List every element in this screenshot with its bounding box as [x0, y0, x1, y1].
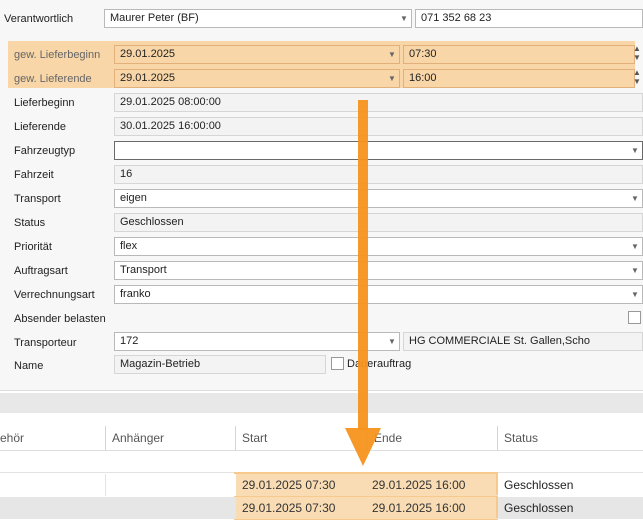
- group-panel-bar: [0, 393, 643, 413]
- chevron-down-icon[interactable]: ▼: [628, 190, 642, 207]
- table-row[interactable]: 29.01.2025 07:30 29.01.2025 16:00 Geschl…: [0, 474, 643, 496]
- transport-label: Transport: [14, 193, 61, 205]
- grid-filter-row[interactable]: [0, 451, 643, 473]
- cell-ende: 29.01.2025 16:00: [366, 474, 496, 496]
- grid-header: ehör Anhänger Start Ende Status: [0, 426, 643, 451]
- absender-belasten-checkbox[interactable]: [628, 311, 641, 324]
- gew-lieferende-time[interactable]: 16:00: [403, 69, 635, 88]
- cell-anhaenger: [106, 497, 236, 519]
- gew-lieferbeginn-date[interactable]: 29.01.2025 ▼: [114, 45, 400, 64]
- chevron-down-icon: ▼: [400, 14, 408, 23]
- spin-icon[interactable]: ▲ ▼: [633, 44, 641, 62]
- verantwortlich-label: Verantwortlich: [4, 13, 74, 25]
- spin-icon[interactable]: ▲ ▼: [633, 68, 641, 86]
- prioritaet-label: Priorität: [14, 241, 52, 253]
- arrow-head: [345, 428, 381, 466]
- cell-gehoer: [0, 474, 106, 496]
- gew-lieferbeginn-label: gew. Lieferbeginn: [14, 49, 101, 61]
- gew-lieferende-label: gew. Lieferende: [14, 73, 92, 85]
- chevron-down-icon[interactable]: ▼: [628, 238, 642, 255]
- lieferende-label: Lieferende: [14, 121, 66, 133]
- verantwortlich-phone: 071 352 68 23: [415, 9, 643, 28]
- absender-belasten-label: Absender belasten: [14, 313, 106, 325]
- arrow-shaft: [358, 100, 368, 430]
- transporteur-label: Transporteur: [14, 337, 77, 349]
- column-header-anhaenger[interactable]: Anhänger: [105, 426, 235, 450]
- cell-anhaenger: [106, 474, 236, 496]
- chevron-down-icon[interactable]: ▼: [385, 46, 399, 63]
- verrechnungsart-label: Verrechnungsart: [14, 289, 95, 301]
- table-row[interactable]: 29.01.2025 07:30 29.01.2025 16:00 Geschl…: [0, 497, 643, 519]
- column-header-gehoer[interactable]: ehör: [0, 426, 106, 450]
- cell-ende: 29.01.2025 16:00: [366, 497, 496, 519]
- cell-start: 29.01.2025 07:30: [236, 474, 366, 496]
- name-field: Magazin-Betrieb: [114, 355, 326, 374]
- chevron-down-icon[interactable]: ▼: [628, 262, 642, 279]
- column-header-status[interactable]: Status: [497, 426, 643, 450]
- transporteur-name-field: HG COMMERCIALE St. Gallen,Scho: [403, 332, 643, 351]
- fahrzeit-label: Fahrzeit: [14, 169, 54, 181]
- chevron-down-icon[interactable]: ▼: [628, 286, 642, 303]
- lieferbeginn-label: Lieferbeginn: [14, 97, 75, 109]
- cell-status: Geschlossen: [498, 474, 643, 496]
- chevron-down-icon[interactable]: ▼: [385, 70, 399, 87]
- cell-gehoer: [0, 497, 106, 519]
- annotation-arrow: [345, 100, 381, 466]
- divider: [0, 390, 643, 391]
- gew-lieferende-date[interactable]: 29.01.2025 ▼: [114, 69, 400, 88]
- name-label: Name: [14, 360, 44, 372]
- cell-start: 29.01.2025 07:30: [236, 497, 366, 519]
- auftragsart-label: Auftragsart: [14, 265, 68, 277]
- verantwortlich-select[interactable]: Maurer Peter (BF) ▼: [104, 9, 412, 28]
- fahrzeugtyp-label: Fahrzeugtyp: [14, 145, 76, 157]
- status-label: Status: [14, 217, 46, 229]
- chevron-down-icon[interactable]: ▼: [628, 142, 642, 159]
- cell-status: Geschlossen: [498, 497, 643, 519]
- gew-lieferbeginn-time[interactable]: 07:30: [403, 45, 635, 64]
